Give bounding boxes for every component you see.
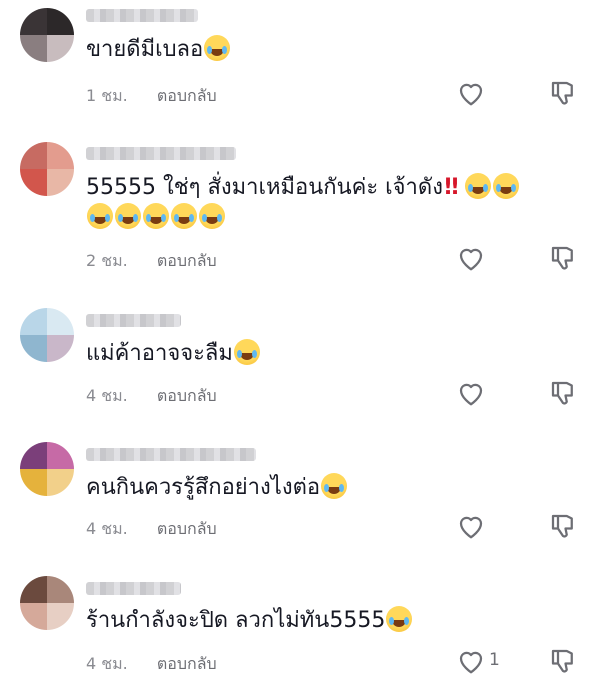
face-with-tears-of-joy-icon (199, 203, 225, 229)
username-blurred[interactable] (86, 582, 181, 595)
comment-text-line2 (86, 203, 226, 233)
comment-meta: 2 ชม. ตอบกลับ (86, 249, 217, 274)
reply-button[interactable]: ตอบกลับ (157, 86, 217, 105)
thumbs-down-outline-icon[interactable] (548, 243, 578, 273)
thumbs-down-outline-icon[interactable] (548, 378, 578, 408)
comment-text: 55555 ใช่ๆ สั่งมาเหมือนกันค่ะ เจ้าดัง!! (86, 173, 520, 203)
avatar[interactable] (20, 442, 74, 496)
heart-outline-icon[interactable] (456, 647, 486, 675)
face-with-tears-of-joy-icon (87, 203, 113, 229)
reply-button[interactable]: ตอบกลับ (157, 251, 217, 270)
comment-meta: 1 ชม. ตอบกลับ (86, 84, 217, 109)
comment-text-body: แม่ค้าอาจจะลืม (86, 341, 233, 366)
comment-item: แม่ค้าอาจจะลืม 4 ชม. ตอบกลับ (0, 285, 600, 420)
comment-time: 4 ชม. (86, 386, 128, 405)
avatar[interactable] (20, 308, 74, 362)
username-blurred[interactable] (86, 314, 181, 327)
avatar[interactable] (20, 8, 74, 62)
comment-text: แม่ค้าอาจจะลืม (86, 339, 261, 369)
thumbs-down-outline-icon[interactable] (548, 511, 578, 541)
comment-text-body: ขายดีมีเบลอ (86, 37, 204, 62)
double-exclamation-icon: !! (442, 175, 460, 200)
comment-text-body: 55555 ใช่ๆ สั่งมาเหมือนกันค่ะ เจ้าดัง (86, 175, 443, 200)
username-blurred[interactable] (86, 448, 256, 461)
comment-item: คนกินควรรู้สึกอย่างไงต่อ 4 ชม. ตอบกลับ (0, 420, 600, 555)
comment-text: คนกินควรรู้สึกอย่างไงต่อ (86, 473, 348, 503)
comment-time: 1 ชม. (86, 86, 128, 105)
comment-meta: 4 ชม. ตอบกลับ (86, 517, 217, 542)
heart-outline-icon[interactable] (456, 512, 486, 540)
face-with-tears-of-joy-icon (171, 203, 197, 229)
face-with-tears-of-joy-icon (493, 173, 520, 199)
face-with-tears-of-joy-icon (386, 606, 413, 632)
face-with-tears-of-joy-icon (465, 173, 492, 199)
heart-outline-icon[interactable] (456, 379, 486, 407)
comment-item: ร้านกำลังจะปิด ลวกไม่ทัน5555 4 ชม. ตอบกล… (0, 555, 600, 676)
face-with-tears-of-joy-icon (321, 473, 348, 499)
avatar[interactable] (20, 576, 74, 630)
username-blurred[interactable] (86, 147, 236, 160)
avatar[interactable] (20, 142, 74, 196)
like-count: 1 (489, 650, 500, 670)
face-with-tears-of-joy-icon (233, 339, 260, 365)
reply-button[interactable]: ตอบกลับ (157, 386, 217, 405)
reply-button[interactable]: ตอบกลับ (157, 654, 217, 673)
comment-time: 2 ชม. (86, 251, 128, 270)
thumbs-down-outline-icon[interactable] (548, 78, 578, 108)
comment-item: ขายดีมีเบลอ 1 ชม. ตอบกลับ (0, 0, 600, 130)
face-with-tears-of-joy-icon (204, 35, 231, 61)
reply-button[interactable]: ตอบกลับ (157, 519, 217, 538)
face-with-tears-of-joy-icon (143, 203, 169, 229)
comment-item: 55555 ใช่ๆ สั่งมาเหมือนกันค่ะ เจ้าดัง!! … (0, 130, 600, 285)
comment-meta: 4 ชม. ตอบกลับ (86, 384, 217, 409)
heart-outline-icon[interactable] (456, 79, 486, 107)
thumbs-down-outline-icon[interactable] (548, 646, 578, 676)
comment-text: ร้านกำลังจะปิด ลวกไม่ทัน5555 (86, 606, 413, 636)
comment-meta: 4 ชม. ตอบกลับ (86, 652, 217, 677)
username-blurred[interactable] (86, 9, 198, 22)
comment-text-body: คนกินควรรู้สึกอย่างไงต่อ (86, 475, 321, 500)
heart-outline-icon[interactable] (456, 244, 486, 272)
face-with-tears-of-joy-icon (115, 203, 141, 229)
comment-text: ขายดีมีเบลอ (86, 35, 231, 65)
comment-time: 4 ชม. (86, 519, 128, 538)
comment-time: 4 ชม. (86, 654, 128, 673)
comment-text-body: ร้านกำลังจะปิด ลวกไม่ทัน5555 (86, 608, 386, 633)
